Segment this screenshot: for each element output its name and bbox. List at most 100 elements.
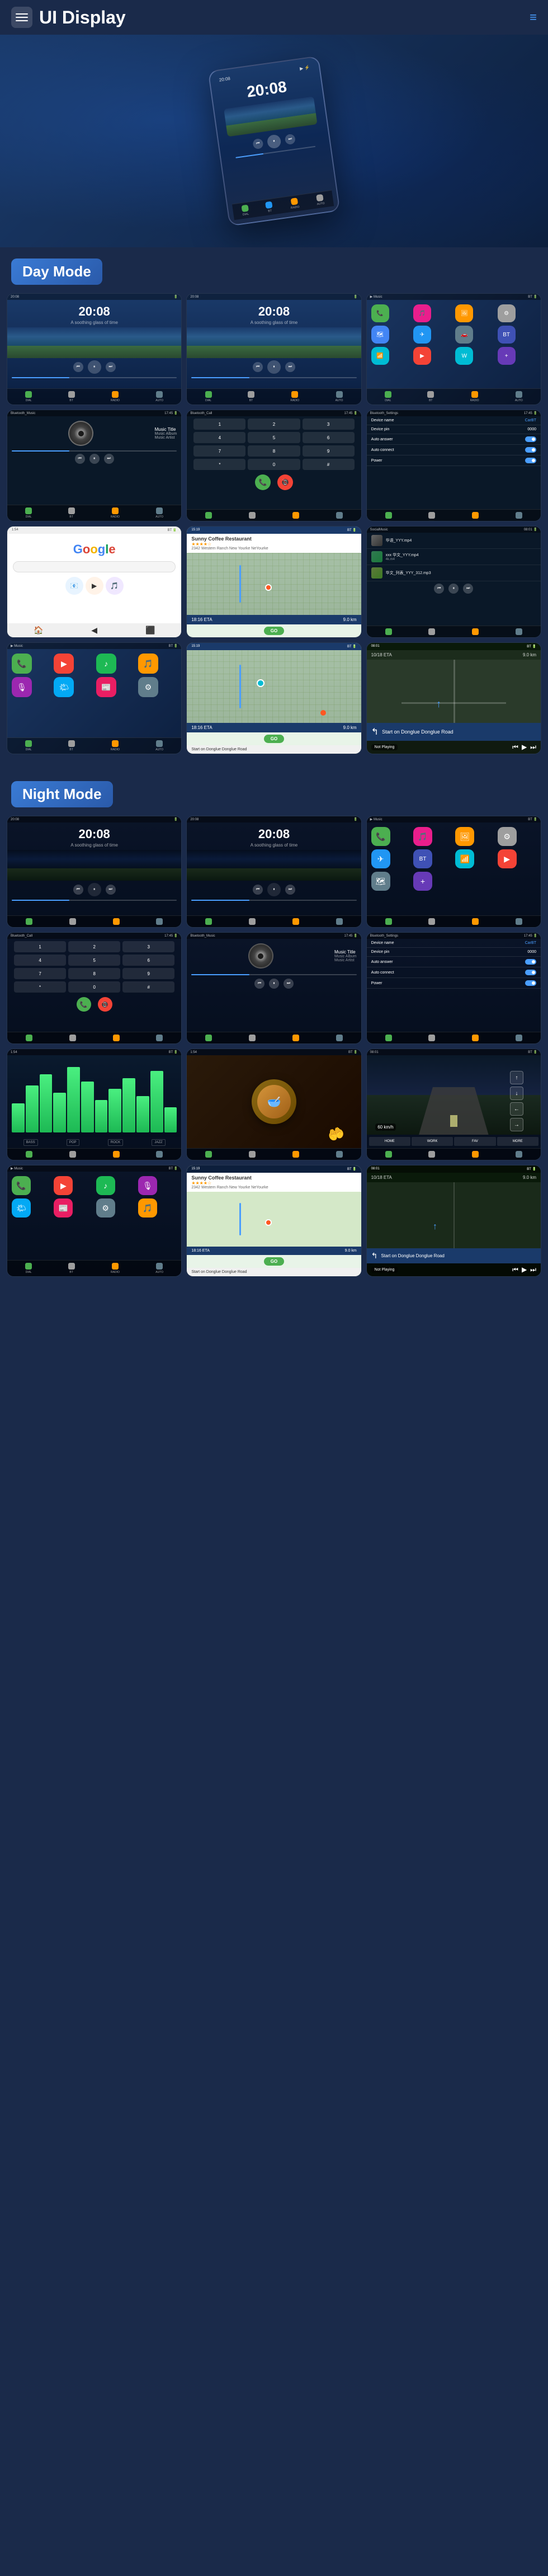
nd-7[interactable]: 7: [14, 968, 66, 979]
nav-b-3[interactable]: BT: [427, 391, 434, 402]
nnav-r-eq[interactable]: [113, 1151, 120, 1158]
nd-6[interactable]: 6: [122, 955, 174, 966]
nag2-phone[interactable]: 📞: [12, 1176, 31, 1195]
nnav-d-1[interactable]: [26, 918, 32, 925]
google-search[interactable]: [13, 561, 176, 572]
shortcut-2[interactable]: ▶: [86, 577, 103, 595]
nnav-d-c[interactable]: [26, 1035, 32, 1041]
app-vehical[interactable]: 🚗: [455, 326, 473, 344]
ag2-podcast[interactable]: 🎙: [12, 677, 32, 697]
pw-toggle[interactable]: [525, 458, 536, 463]
ag2-music[interactable]: 🎵: [138, 654, 158, 674]
waze2-go[interactable]: GO: [264, 735, 284, 743]
nd-4[interactable]: 4: [14, 955, 66, 966]
nav-auto[interactable]: AUTO: [316, 194, 325, 206]
nnav-b-ag[interactable]: [428, 918, 435, 925]
nav-dial-1[interactable]: DIAL: [25, 391, 32, 402]
nnext-1[interactable]: ⏭: [106, 885, 116, 895]
nd-8[interactable]: 8: [68, 968, 120, 979]
nnav-r-m[interactable]: [292, 1151, 299, 1158]
nnav-r-nv[interactable]: [472, 1151, 479, 1158]
turn-right[interactable]: →: [510, 1118, 523, 1131]
nnav-d-ag2[interactable]: DIAL: [25, 1263, 32, 1274]
nnav-a-ag[interactable]: [516, 918, 522, 925]
nnav-b-ag2[interactable]: BT: [68, 1263, 75, 1274]
next-social[interactable]: ⏭: [463, 584, 473, 594]
nav-d-3[interactable]: DIAL: [385, 391, 391, 402]
prev-bt[interactable]: ⏮: [75, 454, 85, 464]
prev-btn[interactable]: ⏮: [252, 138, 263, 149]
nnav-a-bm[interactable]: [336, 1035, 343, 1041]
nav-r-bt[interactable]: RADIO: [111, 507, 120, 519]
nav-radio[interactable]: RADIO: [290, 198, 300, 210]
nnav-a-m[interactable]: [336, 1151, 343, 1158]
nns-1[interactable]: HOME: [369, 1137, 410, 1146]
nav-b-ag2[interactable]: BT: [68, 740, 75, 751]
nav-bt-2[interactable]: BT: [248, 391, 254, 402]
nnav-d-2[interactable]: [205, 918, 212, 925]
nd-hash[interactable]: #: [122, 981, 174, 993]
nag-maps[interactable]: 🗺: [371, 872, 390, 891]
app-waze[interactable]: W: [455, 347, 473, 365]
nav-r-s[interactable]: [472, 512, 479, 519]
nnav-b-bm[interactable]: [249, 1035, 256, 1041]
nag2-pod[interactable]: 🎙: [138, 1176, 157, 1195]
apps-icon[interactable]: ⬛: [145, 626, 155, 635]
turn-up[interactable]: ↑: [510, 1071, 523, 1084]
next-2[interactable]: ⏭: [285, 362, 295, 372]
nag2-sp[interactable]: ♪: [96, 1176, 115, 1195]
nav-icon[interactable]: ≡: [530, 10, 537, 25]
nnav-b-bs[interactable]: [428, 1035, 435, 1041]
nplay-bm[interactable]: ⏸: [269, 979, 279, 989]
nplay-1[interactable]: ⏸: [88, 883, 101, 896]
nag2-yt[interactable]: ▶: [54, 1176, 73, 1195]
nnav-a-bs[interactable]: [516, 1035, 522, 1041]
nnav-r-ag[interactable]: [472, 918, 479, 925]
nav-bt[interactable]: BT: [265, 201, 273, 213]
nag-wifi[interactable]: 📶: [455, 849, 474, 868]
nav-b-soc[interactable]: [428, 628, 435, 635]
app-settings[interactable]: ⚙: [498, 304, 516, 322]
nnav-b-nv[interactable]: [428, 1151, 435, 1158]
play-social[interactable]: ⏸: [448, 584, 459, 594]
ag2-phone[interactable]: 📞: [12, 654, 32, 674]
nns-4[interactable]: MORE: [497, 1137, 538, 1146]
nav-r-call[interactable]: [292, 512, 299, 519]
end-call-btn[interactable]: 📵: [277, 474, 293, 490]
nav-dial[interactable]: DIAL: [241, 205, 249, 217]
nav-a-3[interactable]: AUTO: [515, 391, 523, 402]
nnav-d-ag[interactable]: [385, 918, 392, 925]
play-2[interactable]: ⏸: [267, 360, 281, 374]
nwaze-go[interactable]: GO: [264, 1257, 284, 1266]
nag-settings[interactable]: ⚙: [498, 827, 517, 846]
nnav-r-ag2[interactable]: RADIO: [111, 1263, 120, 1274]
dial-2[interactable]: 2: [248, 419, 300, 430]
prev-social[interactable]: ⏮: [434, 584, 444, 594]
app-bt[interactable]: BT: [498, 326, 516, 344]
nnav-d-eq[interactable]: [26, 1151, 32, 1158]
nprev-1[interactable]: ⏮: [73, 885, 83, 895]
eq-preset[interactable]: BASS: [23, 1139, 38, 1146]
nd-0[interactable]: 0: [68, 981, 120, 993]
nav-d-soc[interactable]: [385, 628, 392, 635]
nd-3[interactable]: 3: [122, 941, 174, 952]
ag2-spotify[interactable]: ♪: [96, 654, 116, 674]
nnext-2[interactable]: ⏭: [285, 885, 295, 895]
nprev-2[interactable]: ⏮: [253, 885, 263, 895]
nnav-a-eq[interactable]: [156, 1151, 163, 1158]
ac-toggle[interactable]: [525, 447, 536, 453]
nnav-b-2[interactable]: [249, 918, 256, 925]
ag2-youtube[interactable]: ▶: [54, 654, 74, 674]
nnav-d-bm[interactable]: [205, 1035, 212, 1041]
nav-r-ag2[interactable]: RADIO: [111, 740, 120, 751]
nav-b-call[interactable]: [249, 512, 256, 519]
ag2-settings[interactable]: ⚙: [138, 677, 158, 697]
nag-video[interactable]: ▶: [498, 849, 517, 868]
dial-0[interactable]: 0: [248, 459, 300, 470]
dial-9[interactable]: 9: [303, 445, 355, 457]
app-more[interactable]: +: [498, 347, 516, 365]
play-1[interactable]: ⏸: [88, 360, 101, 374]
call-btn[interactable]: 📞: [255, 474, 271, 490]
eq-preset4[interactable]: JAZZ: [152, 1139, 165, 1146]
nns-3[interactable]: FAV: [454, 1137, 495, 1146]
